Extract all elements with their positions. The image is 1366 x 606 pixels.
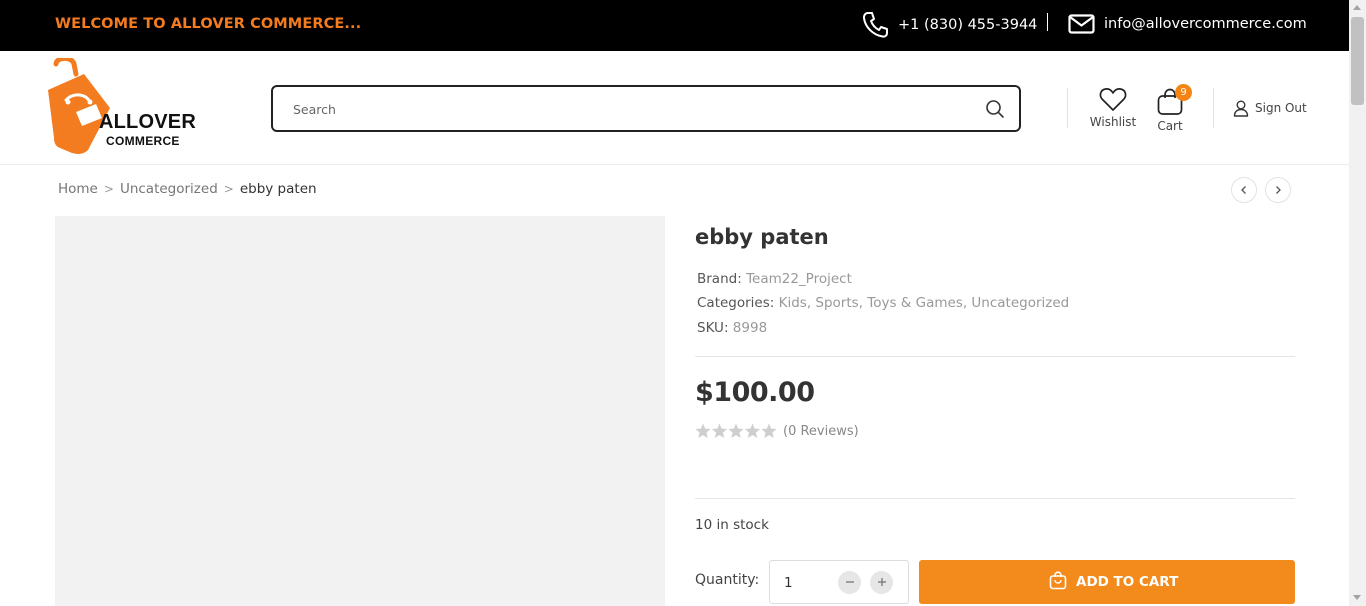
logo-text-allover: ALLOVER [99, 111, 196, 133]
add-to-cart-label: ADD TO CART [1076, 574, 1179, 590]
site-logo[interactable]: ALLOVER COMMERCE [46, 58, 196, 158]
sign-out-label: Sign Out [1255, 101, 1307, 115]
previous-product-button[interactable] [1231, 177, 1257, 203]
scroll-down-arrow-icon[interactable] [1353, 595, 1361, 600]
stock-status: 10 in stock [695, 517, 769, 533]
product-price: $100.00 [695, 377, 815, 408]
quantity-label: Quantity: [695, 572, 760, 588]
breadcrumb-separator: > [103, 182, 114, 196]
wishlist-button[interactable]: Wishlist [1088, 87, 1138, 135]
cart-label: Cart [1157, 119, 1183, 133]
welcome-message: WELCOME TO ALLOVER COMMERCE... [55, 16, 362, 32]
user-icon [1233, 100, 1249, 117]
star-icon [744, 423, 761, 438]
star-rating [695, 423, 777, 438]
breadcrumb-separator: > [223, 182, 234, 196]
star-icon [761, 423, 777, 438]
brand-label: Brand: [697, 271, 742, 287]
header-divider [1067, 88, 1068, 128]
site-header: ALLOVER COMMERCE Wishlist 9 Cart Sign Ou… [0, 51, 1349, 165]
chevron-left-icon [1241, 186, 1246, 194]
heart-icon [1099, 88, 1127, 111]
quantity-stepper [769, 560, 909, 604]
cart-count-badge: 9 [1175, 84, 1192, 101]
product-sku: SKU: 8998 [697, 320, 767, 336]
star-icon [711, 423, 728, 438]
breadcrumb-current: ebby paten [239, 181, 317, 197]
reviews-link[interactable]: (0 Reviews) [783, 424, 859, 439]
add-to-cart-button[interactable]: ADD TO CART [919, 560, 1295, 604]
scroll-thumb[interactable] [1351, 17, 1364, 105]
scroll-up-arrow-icon[interactable] [1353, 5, 1361, 10]
product-image[interactable] [55, 216, 665, 606]
shopping-bag-icon [1049, 571, 1067, 590]
phone-icon [862, 12, 888, 38]
sku-value: 8998 [732, 320, 768, 336]
phone-number[interactable]: +1 (830) 455-3944 [898, 17, 1037, 33]
minus-icon [845, 581, 854, 583]
cart-button[interactable]: 9 Cart [1150, 84, 1192, 134]
quantity-decrease-button[interactable] [838, 571, 861, 594]
quantity-input[interactable] [784, 573, 824, 593]
search-input[interactable] [293, 99, 953, 119]
sku-label: SKU: [697, 320, 729, 336]
topbar-divider [1047, 13, 1048, 31]
divider [695, 356, 1295, 357]
mail-icon [1068, 14, 1095, 34]
categories-links[interactable]: Kids, Sports, Toys & Games, Uncategorize… [779, 295, 1070, 311]
breadcrumb-home[interactable]: Home [58, 181, 98, 197]
logo-text-commerce: COMMERCE [106, 134, 180, 148]
product-brand: Brand: Team22_Project [697, 271, 852, 287]
categories-label: Categories: [697, 295, 775, 311]
quantity-increase-button[interactable] [870, 571, 893, 594]
product-title: ebby paten [695, 225, 829, 249]
brand-link[interactable]: Team22_Project [746, 271, 852, 287]
wishlist-label: Wishlist [1089, 115, 1137, 129]
top-bar: WELCOME TO ALLOVER COMMERCE... +1 (830) … [0, 0, 1349, 51]
header-divider [1213, 88, 1214, 128]
page-scrollbar[interactable] [1349, 0, 1366, 606]
star-icon [695, 423, 711, 438]
email-address[interactable]: info@allovercommerce.com [1104, 16, 1307, 32]
search-icon[interactable] [985, 99, 1005, 119]
plus-icon [877, 578, 886, 586]
product-categories: Categories: Kids, Sports, Toys & Games, … [697, 295, 1069, 311]
next-product-button[interactable] [1265, 177, 1291, 203]
breadcrumb-category[interactable]: Uncategorized [120, 181, 218, 197]
star-icon [728, 423, 744, 438]
divider [695, 498, 1295, 499]
search-bar[interactable] [271, 85, 1021, 132]
chevron-right-icon [1276, 186, 1281, 194]
breadcrumb: Home > Uncategorized > ebby paten [58, 181, 317, 197]
